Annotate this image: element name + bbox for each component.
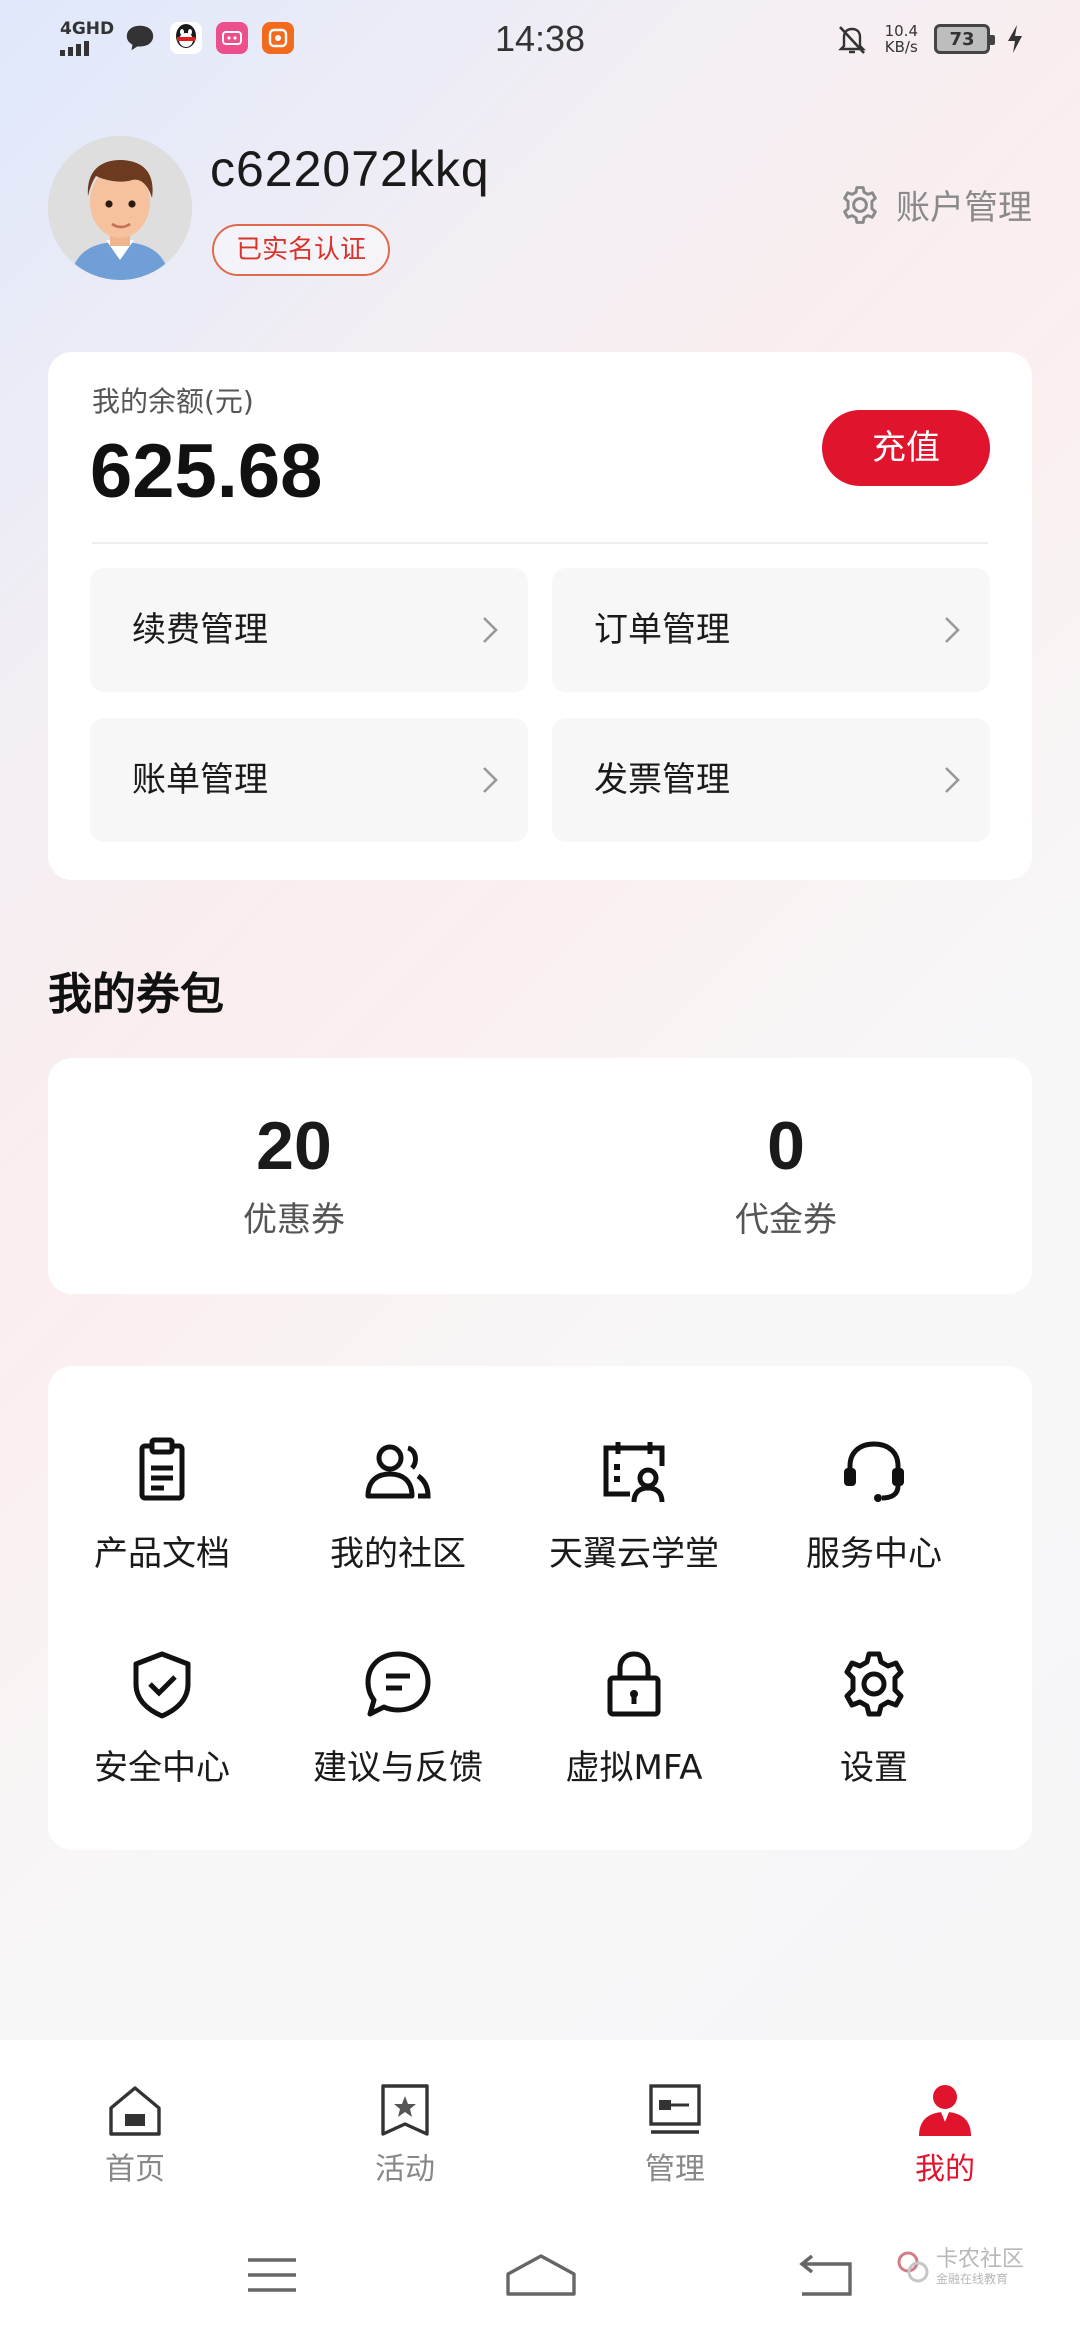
watermark: 卡农社区 金融在线教育 bbox=[896, 2248, 1024, 2286]
service-product-docs-label: 产品文档 bbox=[94, 1534, 230, 1574]
system-home-icon[interactable] bbox=[504, 2250, 578, 2300]
nav-home[interactable]: 首页 bbox=[65, 2080, 205, 2188]
service-my-community[interactable]: 我的社区 bbox=[280, 1432, 516, 1575]
account-management-label: 账户管理 bbox=[896, 188, 1032, 228]
balance-amount: 625.68 bbox=[90, 429, 323, 514]
voucher-count: 0 bbox=[767, 1108, 805, 1184]
service-center-label: 服务中心 bbox=[806, 1534, 942, 1574]
service-feedback[interactable]: 建议与反馈 bbox=[280, 1646, 516, 1789]
invoice-management-label: 发票管理 bbox=[594, 760, 730, 800]
voucher-item[interactable]: 0 代金券 bbox=[636, 1106, 936, 1241]
headset-icon bbox=[844, 1441, 904, 1502]
service-center[interactable]: 服务中心 bbox=[756, 1432, 992, 1575]
chevron-right-icon bbox=[945, 617, 960, 643]
discount-coupon-label: 优惠券 bbox=[243, 1200, 345, 1240]
gear-icon bbox=[843, 185, 877, 224]
account-management-link[interactable]: 账户管理 bbox=[838, 180, 1032, 229]
clipboard-icon bbox=[139, 1437, 185, 1501]
service-my-community-label: 我的社区 bbox=[330, 1534, 466, 1574]
service-virtual-mfa[interactable]: 虚拟MFA bbox=[516, 1646, 752, 1789]
service-settings[interactable]: 设置 bbox=[756, 1646, 992, 1789]
service-security-center-label: 安全中心 bbox=[94, 1748, 230, 1788]
battery-icon: 73 bbox=[934, 24, 995, 54]
battery-level: 73 bbox=[949, 28, 975, 50]
username: c622072kkq bbox=[210, 141, 490, 197]
chevron-right-icon bbox=[945, 767, 960, 793]
activity-icon bbox=[381, 2084, 429, 2136]
home-icon bbox=[109, 2086, 161, 2136]
menu-icon[interactable] bbox=[244, 2250, 300, 2300]
service-virtual-mfa-label: 虚拟MFA bbox=[565, 1748, 703, 1788]
charging-icon bbox=[1008, 25, 1022, 53]
nav-profile[interactable]: 我的 bbox=[875, 2080, 1015, 2188]
nav-home-label: 首页 bbox=[105, 2152, 165, 2187]
manage-icon bbox=[649, 2084, 701, 2134]
bill-management-button[interactable]: 账单管理 bbox=[90, 718, 528, 842]
community-icon bbox=[365, 1444, 431, 1499]
lock-icon bbox=[607, 1651, 661, 1717]
invoice-management-button[interactable]: 发票管理 bbox=[552, 718, 990, 842]
recharge-button[interactable]: 充值 bbox=[822, 410, 990, 486]
service-settings-label: 设置 bbox=[840, 1748, 908, 1788]
gear-icon bbox=[844, 1651, 904, 1717]
service-product-docs[interactable]: 产品文档 bbox=[44, 1432, 280, 1575]
speed-unit: KB/s bbox=[884, 38, 918, 56]
watermark-title: 卡农社区 bbox=[935, 2247, 1024, 2272]
balance-card: 我的余额(元) 625.68 充值 续费管理 订单管理 账单管理 发票管理 bbox=[48, 352, 1032, 880]
back-icon[interactable] bbox=[796, 2250, 856, 2300]
bill-management-label: 账单管理 bbox=[132, 760, 268, 800]
avatar-illustration-icon bbox=[48, 136, 192, 280]
chevron-right-icon bbox=[483, 767, 498, 793]
network-speed: 10.4 KB/s bbox=[885, 23, 918, 55]
watermark-logo-icon bbox=[897, 2251, 929, 2283]
service-academy[interactable]: 天翼云学堂 bbox=[516, 1432, 752, 1575]
coupon-section-title: 我的券包 bbox=[48, 969, 224, 1020]
service-feedback-label: 建议与反馈 bbox=[313, 1748, 483, 1788]
avatar[interactable] bbox=[48, 136, 192, 280]
nav-manage-label: 管理 bbox=[645, 2152, 705, 2187]
service-academy-label: 天翼云学堂 bbox=[549, 1534, 719, 1574]
speed-value: 10.4 bbox=[884, 22, 918, 40]
voucher-label: 代金券 bbox=[735, 1200, 837, 1240]
order-management-label: 订单管理 bbox=[594, 610, 730, 650]
nav-activity-label: 活动 bbox=[375, 2152, 435, 2187]
nav-profile-label: 我的 bbox=[915, 2152, 975, 2187]
chevron-right-icon bbox=[483, 617, 498, 643]
academy-icon bbox=[603, 1442, 665, 1503]
service-security-center[interactable]: 安全中心 bbox=[44, 1646, 280, 1789]
bottom-nav: 首页 活动 管理 我的 bbox=[0, 2040, 1080, 2212]
balance-label: 我的余额(元) bbox=[92, 385, 254, 418]
feedback-icon bbox=[365, 1651, 431, 1717]
system-nav-bar: 卡农社区 金融在线教育 bbox=[0, 2212, 1080, 2340]
bell-muted-icon bbox=[837, 26, 866, 54]
services-grid: 产品文档 我的社区 天翼云学堂 服务中心安全中心 建议与反馈 虚拟MFA 设置 bbox=[48, 1366, 1032, 1850]
nav-manage[interactable]: 管理 bbox=[605, 2080, 745, 2188]
order-management-button[interactable]: 订单管理 bbox=[552, 568, 990, 692]
renewal-management-label: 续费管理 bbox=[132, 610, 268, 650]
divider bbox=[92, 542, 988, 544]
verified-badge: 已实名认证 bbox=[212, 224, 391, 276]
status-bar: 4GHD 14:38 10.4 KB/s 73 bbox=[0, 0, 1080, 84]
nav-activity[interactable]: 活动 bbox=[335, 2080, 475, 2188]
discount-coupon-item[interactable]: 20 优惠券 bbox=[144, 1106, 444, 1241]
renewal-management-button[interactable]: 续费管理 bbox=[90, 568, 528, 692]
discount-coupon-count: 20 bbox=[256, 1108, 332, 1184]
coupon-card: 20 优惠券 0 代金券 bbox=[48, 1058, 1032, 1294]
watermark-subtitle: 金融在线教育 bbox=[935, 2272, 1008, 2286]
shield-check-icon bbox=[133, 1651, 191, 1719]
profile-icon bbox=[919, 2085, 971, 2136]
